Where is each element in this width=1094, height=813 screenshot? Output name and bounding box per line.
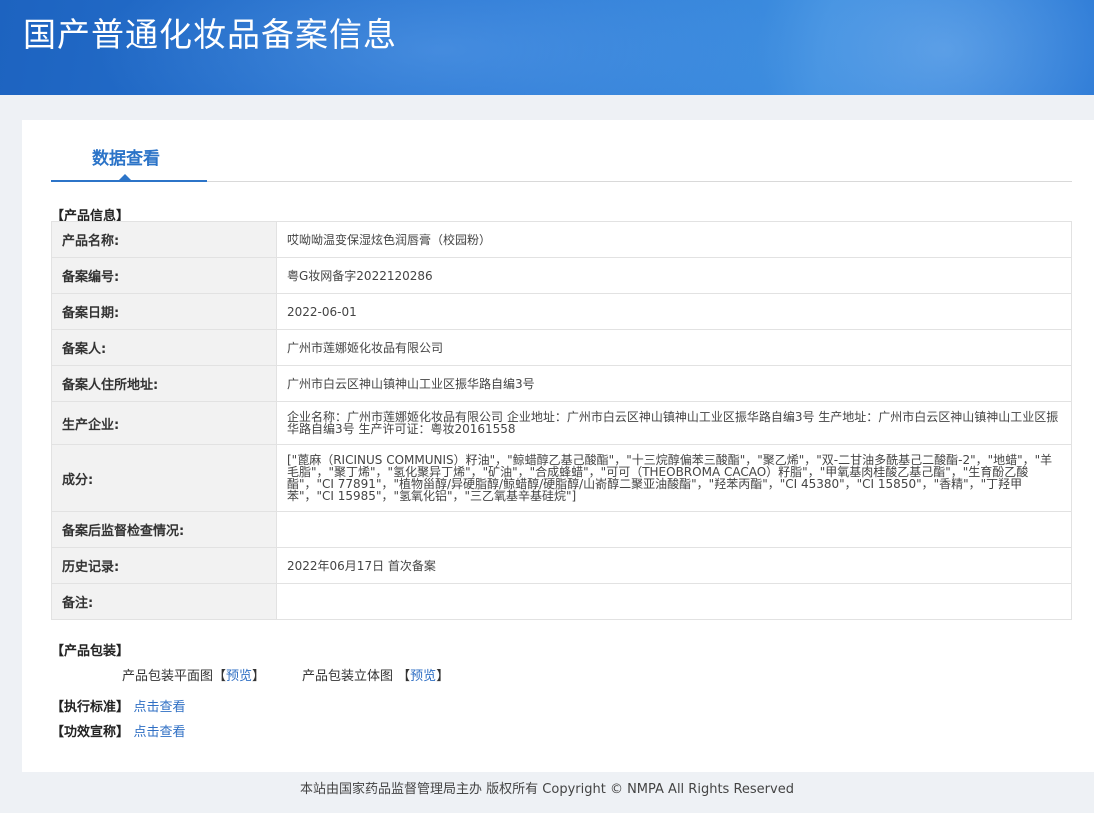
row-value-registrant-address: 广州市白云区神山镇神山工业区振华路自编3号 [276, 365, 1072, 402]
table-row: 备案人: 广州市莲娜姬化妆品有限公司 [51, 329, 1072, 366]
standard-label: 【执行标准】 [51, 700, 130, 715]
content-panel: 数据查看 【产品信息】 产品名称: 哎呦呦温变保湿炫色润唇膏（校园粉） 备案编号… [22, 120, 1094, 772]
footer-copyright: 本站由国家药品监督管理局主办 版权所有 Copyright © NMPA All… [300, 782, 794, 797]
standard-view-link[interactable]: 点击查看 [134, 700, 186, 715]
bracket-close: 】 [436, 669, 450, 684]
table-row: 备注: [51, 583, 1072, 620]
efficacy-view-link[interactable]: 点击查看 [134, 725, 186, 740]
tab-label: 数据查看 [92, 149, 160, 169]
packaging-solid-item: 产品包装立体图 【预览】 [302, 665, 449, 684]
table-row: 产品名称: 哎呦呦温变保湿炫色润唇膏（校园粉） [51, 221, 1072, 258]
table-row: 备案日期: 2022-06-01 [51, 293, 1072, 330]
row-label-ingredients: 成分: [51, 444, 277, 512]
product-info-table: 产品名称: 哎呦呦温变保湿炫色润唇膏（校园粉） 备案编号: 粤G妆网备字2022… [51, 221, 1072, 620]
row-label-registration-date: 备案日期: [51, 293, 277, 330]
row-value-history: 2022年06月17日 首次备案 [276, 547, 1072, 584]
row-label-history: 历史记录: [51, 547, 277, 584]
header-banner: 国产普通化妆品备案信息 [0, 0, 1094, 95]
row-value-registrant: 广州市莲娜姬化妆品有限公司 [276, 329, 1072, 366]
row-label-manufacturer: 生产企业: [51, 401, 277, 445]
table-row: 备案后监督检查情况: [51, 511, 1072, 548]
table-row: 备案人住所地址: 广州市白云区神山镇神山工业区振华路自编3号 [51, 365, 1072, 402]
row-value-manufacturer: 企业名称：广州市莲娜姬化妆品有限公司 企业地址：广州市白云区神山镇神山工业区振华… [276, 401, 1072, 445]
packaging-flat-item: 产品包装平面图【预览】 [122, 665, 265, 684]
row-label-supervision: 备案后监督检查情况: [51, 511, 277, 548]
page-title: 国产普通化妆品备案信息 [23, 15, 397, 54]
row-label-registrant: 备案人: [51, 329, 277, 366]
flat-preview-link[interactable]: 预览 [226, 669, 252, 684]
packaging-section-title: 【产品包装】 [51, 644, 130, 659]
efficacy-label: 【功效宣称】 [51, 725, 130, 740]
solid-preview-link[interactable]: 预览 [410, 669, 436, 684]
table-row: 生产企业: 企业名称：广州市莲娜姬化妆品有限公司 企业地址：广州市白云区神山镇神… [51, 401, 1072, 445]
bracket-open: 【 [397, 669, 411, 684]
tab-indicator-caret [119, 174, 131, 180]
table-row: 历史记录: 2022年06月17日 首次备案 [51, 547, 1072, 584]
bracket-open: 【 [213, 669, 227, 684]
row-value-ingredients: ["蓖麻（RICINUS COMMUNIS）籽油"，"鲸蜡醇乙基己酸酯"，"十三… [276, 444, 1072, 512]
efficacy-row: 【功效宣称】 点击查看 [51, 721, 186, 740]
row-label-registration-number: 备案编号: [51, 257, 277, 294]
standard-row: 【执行标准】 点击查看 [51, 696, 186, 715]
row-label-product-name: 产品名称: [51, 221, 277, 258]
row-value-product-name: 哎呦呦温变保湿炫色润唇膏（校园粉） [276, 221, 1072, 258]
packaging-solid-label: 产品包装立体图 [302, 669, 394, 684]
row-value-supervision [276, 511, 1072, 548]
packaging-flat-label: 产品包装平面图 [122, 669, 214, 684]
bracket-close: 】 [252, 669, 266, 684]
tab-bar: 数据查看 [51, 120, 1072, 182]
row-label-registrant-address: 备案人住所地址: [51, 365, 277, 402]
row-value-remarks [276, 583, 1072, 620]
row-value-registration-date: 2022-06-01 [276, 293, 1072, 330]
row-value-registration-number: 粤G妆网备字2022120286 [276, 257, 1072, 294]
table-row: 备案编号: 粤G妆网备字2022120286 [51, 257, 1072, 294]
tab-data-view[interactable]: 数据查看 [51, 120, 207, 182]
row-label-remarks: 备注: [51, 583, 277, 620]
table-row: 成分: ["蓖麻（RICINUS COMMUNIS）籽油"，"鲸蜡醇乙基己酸酯"… [51, 444, 1072, 512]
